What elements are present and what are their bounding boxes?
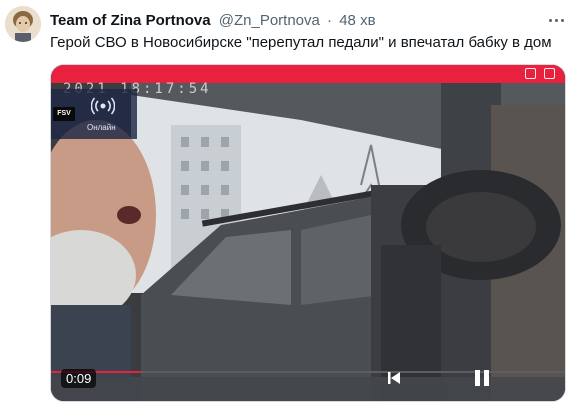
avatar-image xyxy=(5,6,41,42)
stream-status-panel: FSV Онлайн xyxy=(51,89,137,139)
app-logo: FSV xyxy=(53,107,75,121)
avatar[interactable] xyxy=(5,6,41,42)
video-timecode: 0:09 xyxy=(61,369,97,388)
tweet-header: Team of Zina Portnova @Zn_Portnova · 48 … xyxy=(50,12,376,29)
online-status-label: Онлайн xyxy=(87,123,116,132)
pause-icon xyxy=(475,370,489,386)
broadcast-icon xyxy=(91,97,115,115)
separator-dot: · xyxy=(327,12,333,29)
screen-icon xyxy=(525,68,536,79)
ellipsis-icon xyxy=(548,18,552,22)
skip-button[interactable] xyxy=(387,371,401,390)
pause-button[interactable] xyxy=(473,368,491,393)
more-options-button[interactable] xyxy=(546,10,566,30)
video-player[interactable]: 2021 18:17:54 FSV Онлайн 0:09 xyxy=(50,64,566,402)
author-handle[interactable]: @Zn_Portnova xyxy=(219,12,320,29)
tweet-text: Герой СВО в Новосибирске "перепутал педа… xyxy=(50,34,552,51)
close-icon xyxy=(544,68,555,79)
tweet-time[interactable]: 48 хв xyxy=(339,12,375,29)
tweet[interactable]: Team of Zina Portnova @Zn_Portnova · 48 … xyxy=(0,0,570,411)
author-name[interactable]: Team of Zina Portnova xyxy=(50,12,211,29)
skip-icon xyxy=(388,372,400,384)
